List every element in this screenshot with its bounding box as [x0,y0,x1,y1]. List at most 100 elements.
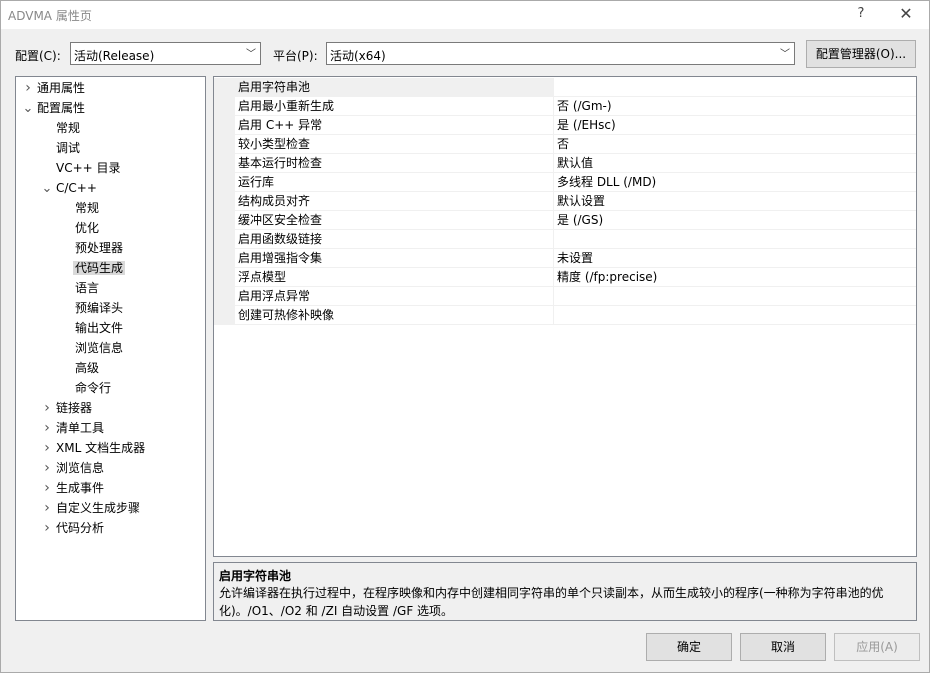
property-row[interactable]: 运行库 多线程 DLL (/MD) [214,173,916,192]
tree-item[interactable]: 语言 [59,278,101,298]
tree-item-label: 命令行 [75,381,112,395]
chevron-right-icon[interactable]: › [40,478,54,498]
tree-item-label: 输出文件 [75,321,124,335]
property-row[interactable]: 创建可热修补映像 [214,306,916,325]
tree-item[interactable]: 常规 [59,198,101,218]
platform-label: 平台(P): [273,49,318,63]
property-row[interactable]: 缓冲区安全检查是 (/GS) [214,211,916,230]
tree-item[interactable]: › XML 文档生成器 [40,438,147,458]
help-icon[interactable]: ? [851,6,871,21]
tree-item[interactable]: ⌄ 配置属性 [21,98,87,118]
row-gutter [214,154,235,173]
property-value[interactable]: 否 (/Gm-) [554,97,916,116]
description-title: 启用字符串池 [219,569,292,583]
tree-item[interactable]: 优化 [59,218,101,238]
tree-item-label: 浏览信息 [75,341,124,355]
tree-item-label: 预处理器 [75,241,124,255]
row-gutter [214,78,235,97]
tree-item[interactable]: 调试 [40,138,82,158]
property-name: 启用 C++ 异常 [235,116,554,135]
property-name: 启用浮点异常 [235,287,554,306]
tree-item[interactable]: 命令行 [59,378,113,398]
property-name: 浮点模型 [235,268,554,287]
property-row[interactable]: 启用最小重新生成否 (/Gm-) [214,97,916,116]
tree-item[interactable]: 浏览信息 [59,338,125,358]
config-label: 配置(C): [15,49,61,63]
property-value[interactable]: 多线程 DLL (/MD) [554,173,916,192]
property-row[interactable]: 启用增强指令集 未设置 [214,249,916,268]
tree-item[interactable]: › 链接器 [40,398,94,418]
chevron-right-icon[interactable]: › [40,458,54,478]
chevron-down-icon: ﹀ [246,49,256,60]
chevron-right-icon[interactable]: › [40,518,54,538]
tree-item-label: 代码生成 [73,261,126,275]
chevron-down-icon[interactable]: ⌄ [40,179,54,199]
tree-item-label: 浏览信息 [56,461,105,475]
ok-button[interactable]: 确定 [646,633,732,661]
tree-item-label: 自定义生成步骤 [56,501,141,515]
property-row[interactable]: 基本运行时检查 默认值 [214,154,916,173]
chevron-right-icon[interactable]: › [40,438,54,458]
property-row[interactable]: 启用浮点异常 [214,287,916,306]
property-row[interactable]: 启用 C++ 异常是 (/EHsc) [214,116,916,135]
tree-item[interactable]: 代码生成 [59,258,126,278]
property-row[interactable]: 浮点模型 精度 (/fp:precise) [214,268,916,287]
row-gutter [214,116,235,135]
tree-item[interactable]: 预处理器 [59,238,125,258]
property-value[interactable]: 否 [554,135,916,154]
title-bar: ADVMA 属性页 ? ✕ [1,1,929,29]
tree-item[interactable]: VC++ 目录 [40,158,123,178]
property-row[interactable]: 较小类型检查否 [214,135,916,154]
property-row[interactable]: 启用字符串池 [214,78,916,97]
tree-item[interactable]: ⌄ C/C++ [40,178,99,198]
property-value[interactable] [554,306,916,325]
tree-item[interactable]: › 清单工具 [40,418,106,438]
property-value[interactable]: 是 (/EHsc) [554,116,916,135]
tree-item[interactable]: › 通用属性 [21,78,87,98]
tree-item[interactable]: › 生成事件 [40,478,106,498]
chevron-right-icon[interactable]: › [40,398,54,418]
property-value[interactable] [554,78,916,97]
chevron-down-icon[interactable]: ⌄ [21,99,35,119]
tree-item-label: 配置属性 [37,101,86,115]
tree-item[interactable]: 高级 [59,358,101,378]
property-value[interactable]: 默认设置 [554,192,916,211]
close-icon[interactable]: ✕ [894,4,918,23]
property-name: 启用函数级链接 [235,230,554,249]
property-value[interactable]: 精度 (/fp:precise) [554,268,916,287]
apply-button[interactable]: 应用(A) [834,633,920,661]
property-name: 启用字符串池 [235,78,554,97]
tree-item-label: 代码分析 [56,521,105,535]
tree-item-label: C/C++ [56,181,97,195]
chevron-right-icon[interactable]: › [40,498,54,518]
chevron-right-icon[interactable]: › [21,78,35,98]
config-manager-button[interactable]: 配置管理器(O)... [806,40,916,68]
tree-item-label: 语言 [75,281,100,295]
property-value[interactable] [554,287,916,306]
tree-item-label: 清单工具 [56,421,105,435]
property-value[interactable]: 默认值 [554,154,916,173]
tree-item-label: 预编译头 [75,301,124,315]
tree-item[interactable]: 预编译头 [59,298,125,318]
row-gutter [214,230,235,249]
property-row[interactable]: 结构成员对齐 默认设置 [214,192,916,211]
tree-item-label: 链接器 [56,401,93,415]
property-value[interactable]: 是 (/GS) [554,211,916,230]
config-combo[interactable]: 活动(Release) ﹀ [70,42,261,65]
tree-item-label: 优化 [75,221,100,235]
property-value[interactable] [554,230,916,249]
cancel-button[interactable]: 取消 [740,633,826,661]
tree-item-label: 常规 [75,201,100,215]
property-grid: 启用字符串池 启用最小重新生成否 (/Gm-) 启用 C++ 异常是 (/EHsc)… [213,76,917,557]
tree-item[interactable]: 常规 [40,118,82,138]
property-name: 启用最小重新生成 [235,97,554,116]
property-row[interactable]: 启用函数级链接 [214,230,916,249]
property-value[interactable]: 未设置 [554,249,916,268]
tree-item[interactable]: › 浏览信息 [40,458,106,478]
platform-combo[interactable]: 活动(x64) ﹀ [326,42,795,65]
tree-item[interactable]: › 代码分析 [40,518,106,538]
chevron-down-icon: ﹀ [780,49,790,60]
chevron-right-icon[interactable]: › [40,418,54,438]
tree-item[interactable]: 输出文件 [59,318,125,338]
tree-item[interactable]: › 自定义生成步骤 [40,498,142,518]
